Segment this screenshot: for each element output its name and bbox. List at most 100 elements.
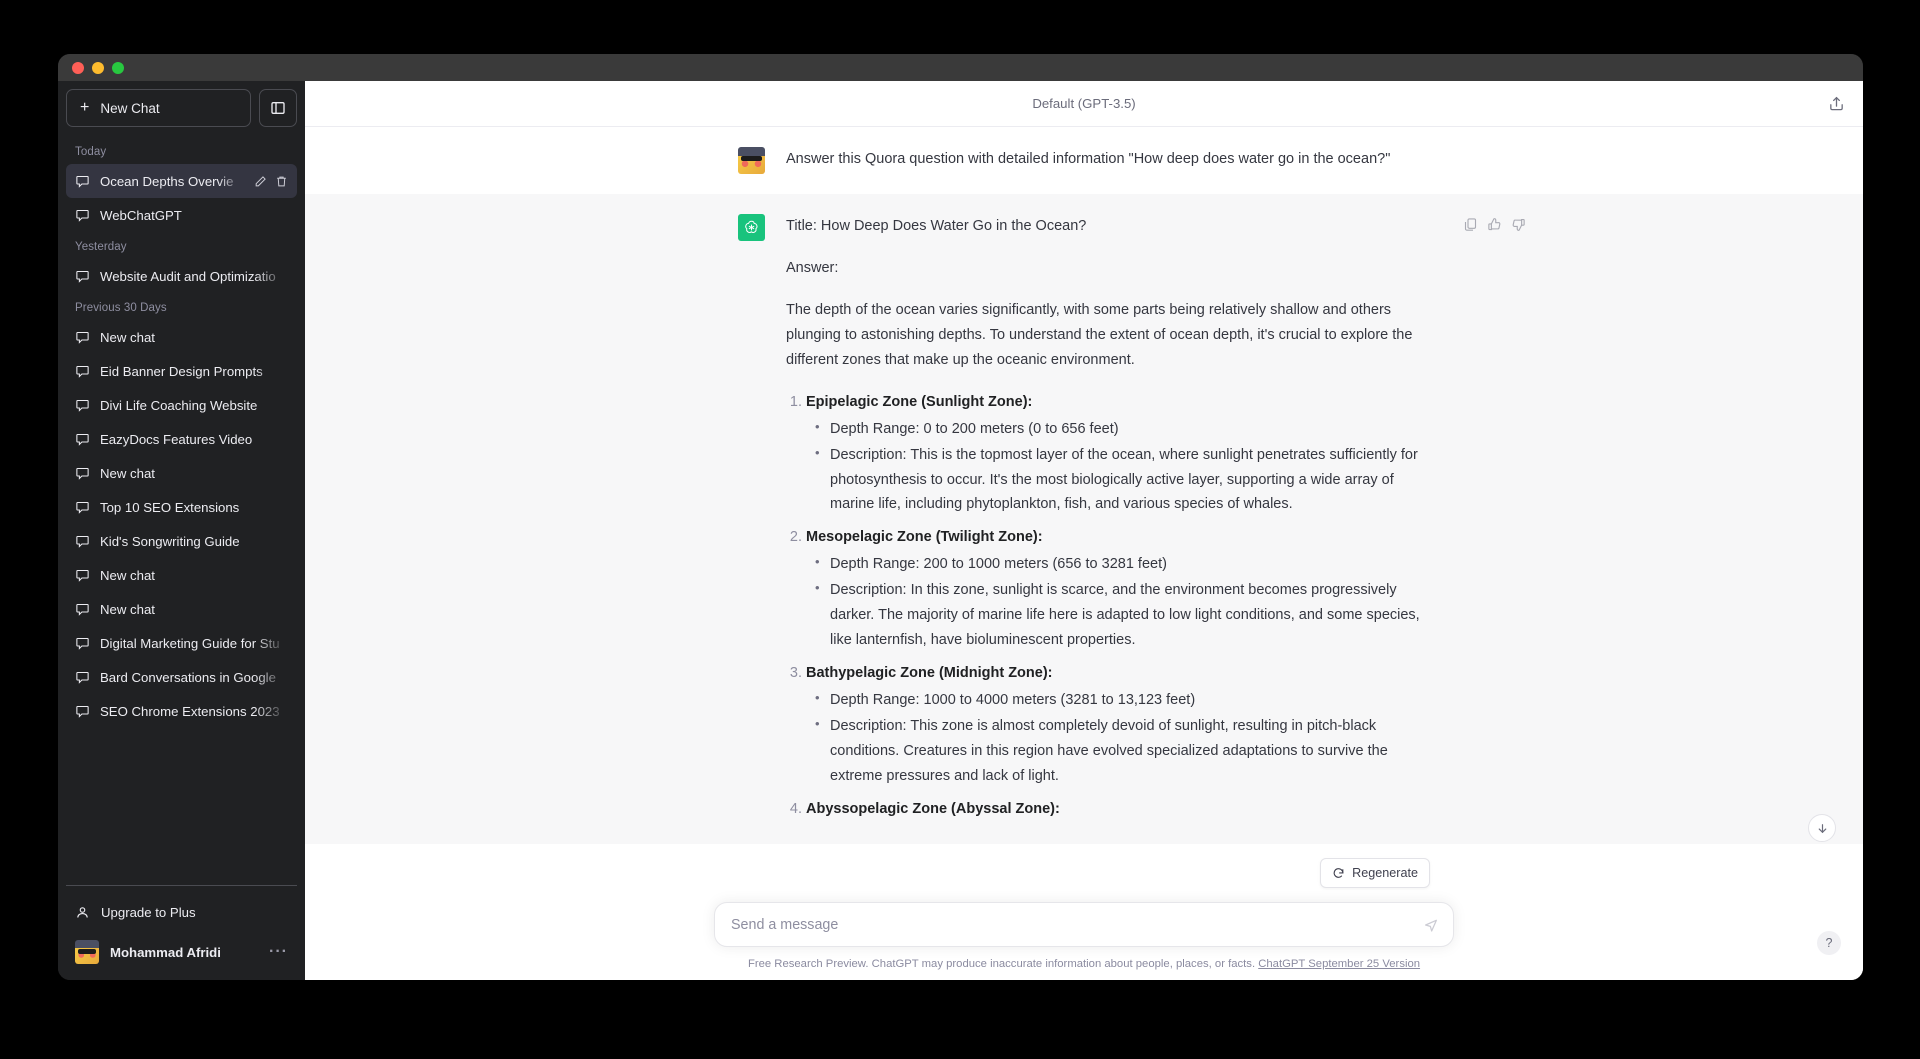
upgrade-to-plus-button[interactable]: Upgrade to Plus (66, 894, 297, 930)
account-menu-icon[interactable]: ··· (269, 944, 288, 960)
chat-bubble-icon (76, 603, 89, 616)
sidebar-toggle-button[interactable] (259, 89, 297, 127)
scroll-to-bottom-button[interactable] (1808, 814, 1836, 842)
chat-history-item[interactable]: Divi Life Coaching Website (66, 388, 297, 422)
chat-bubble-icon (76, 175, 89, 188)
chat-history-item-label: New chat (100, 329, 155, 345)
message-action-buttons (1463, 216, 1526, 241)
message-input-container[interactable] (714, 902, 1454, 947)
chat-history-item[interactable]: WebChatGPT (66, 198, 297, 232)
zone-item: Abyssopelagic Zone (Abyssal Zone): (806, 797, 1430, 822)
zone-heading: Bathypelagic Zone (Midnight Zone): (806, 665, 1053, 682)
chat-history-item-label: Website Audit and Optimizatio (100, 268, 276, 284)
chat-bubble-icon (76, 399, 89, 412)
trash-icon[interactable] (275, 175, 288, 188)
message-input[interactable] (731, 916, 1423, 933)
help-button[interactable]: ? (1817, 931, 1841, 955)
help-label: ? (1825, 936, 1833, 950)
sidebar-toggle-icon (271, 102, 285, 114)
share-conversation-button[interactable] (1828, 95, 1845, 112)
chat-bubble-icon (76, 209, 89, 222)
chat-history-item-label: EazyDocs Features Video (100, 431, 253, 447)
chat-bubble-icon (76, 569, 89, 582)
chat-bubble-icon (76, 331, 89, 344)
zone-description: Description: In this zone, sunlight is s… (815, 577, 1430, 653)
chat-history-item-label: SEO Chrome Extensions 2023 (100, 703, 280, 719)
account-button[interactable]: Mohammad Afridi ··· (66, 932, 297, 972)
sidebar: + New Chat Today Ocean Depths Overvie WebC… (58, 81, 305, 980)
chat-history-item[interactable]: Eid Banner Design Prompts (66, 354, 297, 388)
version-link[interactable]: ChatGPT September 25 Version (1258, 958, 1420, 970)
sidebar-header: + New Chat (66, 89, 297, 127)
history-group-label: Today (75, 146, 107, 158)
model-selector-label[interactable]: Default (GPT-3.5) (1032, 96, 1135, 111)
minimize-window-button[interactable] (92, 61, 104, 74)
chat-history-item[interactable]: EazyDocs Features Video (66, 422, 297, 456)
chat-history-item-label: New chat (100, 465, 155, 481)
chat-history-item[interactable]: Kid's Songwriting Guide (66, 524, 297, 558)
new-chat-label: New Chat (100, 100, 160, 116)
assistant-message-turn: Title: How Deep Does Water Go in the Oce… (305, 194, 1863, 844)
edit-icon[interactable] (254, 175, 267, 188)
send-message-button[interactable] (1423, 917, 1439, 933)
window-titlebar (58, 54, 1863, 81)
chat-history-item-label: Ocean Depths Overvie (100, 173, 234, 189)
zone-details: Depth Range: 1000 to 4000 meters (3281 t… (814, 687, 1430, 789)
ocean-zones-list: Epipelagic Zone (Sunlight Zone): Depth R… (806, 390, 1430, 822)
chat-history-item[interactable]: Ocean Depths Overvie (66, 164, 297, 198)
refresh-icon (1333, 867, 1344, 878)
chat-history-item[interactable]: Digital Marketing Guide for Stu (66, 626, 297, 660)
account-name-label: Mohammad Afridi (110, 944, 221, 960)
zone-heading: Abyssopelagic Zone (Abyssal Zone): (806, 800, 1060, 817)
chat-history-item[interactable]: New chat (66, 456, 297, 490)
copy-icon[interactable] (1463, 216, 1478, 241)
thumbs-down-icon[interactable] (1511, 216, 1526, 241)
chat-history-item-label: Divi Life Coaching Website (100, 397, 258, 413)
assistant-intro-paragraph: The depth of the ocean varies significan… (786, 301, 1413, 368)
chat-history-item-label: Digital Marketing Guide for Stu (100, 635, 280, 651)
chat-history-item[interactable]: New chat (66, 320, 297, 354)
chat-history-item[interactable]: Bard Conversations in Google (66, 660, 297, 694)
openai-logo-icon (745, 220, 758, 233)
message-thread[interactable]: Answer this Quora question with detailed… (305, 127, 1863, 902)
user-person-icon (77, 906, 88, 918)
app-body: + New Chat Today Ocean Depths Overvie WebC… (58, 81, 1863, 980)
chat-history-item[interactable]: Website Audit and Optimizatio (66, 259, 297, 293)
chat-bubble-icon (76, 433, 89, 446)
chat-bubble-icon (76, 671, 89, 684)
app-window: + New Chat Today Ocean Depths Overvie WebC… (58, 54, 1863, 980)
zone-item: Mesopelagic Zone (Twilight Zone): Depth … (806, 525, 1430, 653)
sidebar-footer: Upgrade to Plus Mohammad Afridi ··· (66, 885, 297, 972)
regenerate-button[interactable]: Regenerate (1320, 858, 1430, 888)
assistant-answer-label: Answer: (786, 259, 839, 276)
chat-history-item[interactable]: SEO Chrome Extensions 2023 (66, 694, 297, 728)
close-window-button[interactable] (72, 61, 84, 74)
composer: Regenerate Free Research Preview. ChatGP… (305, 858, 1863, 980)
new-chat-button[interactable]: + New Chat (66, 89, 251, 127)
history-group-label: Previous 30 Days (75, 302, 167, 314)
chat-history-item-label: Bard Conversations in Google (100, 669, 276, 685)
zone-description: Description: This zone is almost complet… (815, 713, 1430, 789)
chat-bubble-icon (76, 705, 89, 718)
maximize-window-button[interactable] (112, 61, 124, 74)
upgrade-label: Upgrade to Plus (101, 904, 196, 920)
chat-history-list[interactable]: Today Ocean Depths Overvie WebChatGPT Yeste… (66, 137, 297, 885)
chat-history-item-label: Top 10 SEO Extensions (100, 499, 240, 515)
assistant-avatar (738, 214, 765, 241)
zone-item: Bathypelagic Zone (Midnight Zone): Depth… (806, 661, 1430, 789)
history-group-label: Yesterday (75, 241, 127, 253)
chat-history-item-label: New chat (100, 601, 155, 617)
chat-bubble-icon (76, 501, 89, 514)
avatar (75, 940, 99, 964)
user-message-text: Answer this Quora question with detailed… (786, 151, 1391, 167)
disclaimer-footnote: Free Research Preview. ChatGPT may produ… (305, 947, 1863, 970)
thumbs-up-icon[interactable] (1487, 216, 1502, 241)
chat-history-item[interactable]: New chat (66, 558, 297, 592)
chat-history-item[interactable]: Top 10 SEO Extensions (66, 490, 297, 524)
assistant-message-body: Title: How Deep Does Water Go in the Oce… (786, 214, 1525, 824)
user-avatar (738, 147, 765, 174)
chat-history-item-label: Eid Banner Design Prompts (100, 363, 263, 379)
zone-details: Depth Range: 0 to 200 meters (0 to 656 f… (814, 416, 1430, 518)
chat-history-item[interactable]: New chat (66, 592, 297, 626)
chat-bubble-icon (76, 535, 89, 548)
